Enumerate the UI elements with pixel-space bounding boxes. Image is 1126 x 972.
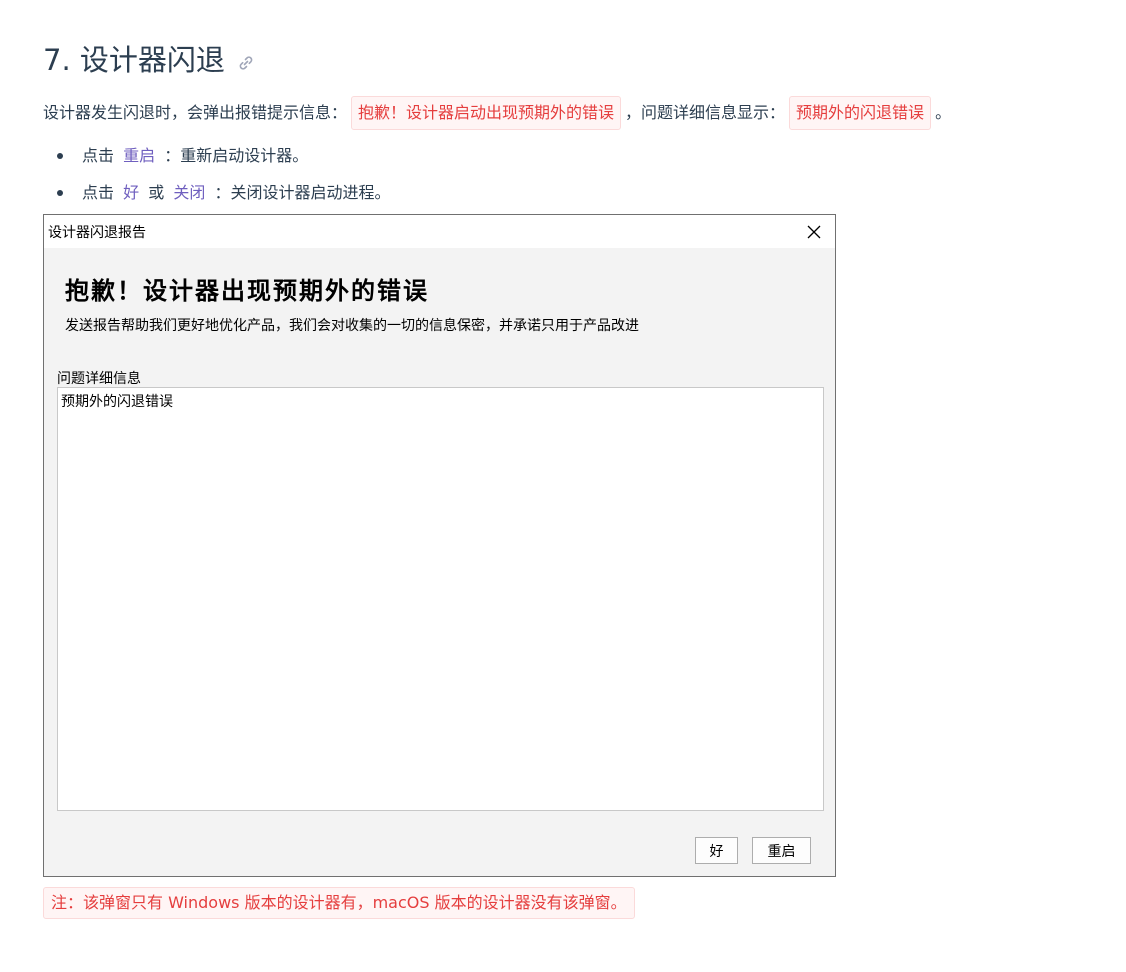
dialog-window-title: 设计器闪退报告 <box>48 224 146 241</box>
intro-text-middle: ，问题详细信息显示： <box>625 103 786 122</box>
intro-text-before: 设计器发生闪退时，会弹出报错提示信息： <box>43 103 348 122</box>
list-item-conj: 或 <box>148 183 165 202</box>
crash-report-dialog: 设计器闪退报告 抱歉！设计器出现预期外的错误 发送报告帮助我们更好地优化产品，我… <box>43 214 836 877</box>
dialog-heading: 抱歉！设计器出现预期外的错误 <box>65 276 429 305</box>
dialog-close-button[interactable] <box>793 215 835 248</box>
ok-link[interactable]: 好 <box>123 183 139 202</box>
dialog-titlebar[interactable]: 设计器闪退报告 <box>44 215 835 248</box>
intro-text-after: 。 <box>935 103 952 122</box>
restart-link[interactable]: 重启 <box>123 146 155 165</box>
close-icon <box>807 225 821 238</box>
detail-textarea[interactable]: 预期外的闪退错误 <box>57 387 824 811</box>
section-heading: 7. 设计器闪退 <box>43 40 255 80</box>
ok-button[interactable]: 好 <box>695 837 738 864</box>
close-link[interactable]: 关闭 <box>173 183 205 202</box>
platform-note: 注：该弹窗只有 Windows 版本的设计器有，macOS 版本的设计器没有该弹… <box>43 887 635 919</box>
list-item: 点击 好 或 关闭 ：关闭设计器启动进程。 <box>43 174 390 211</box>
dialog-subtitle: 发送报告帮助我们更好地优化产品，我们会对收集的一切的信息保密，并承诺只用于产品改… <box>65 318 639 334</box>
inline-code-error-title: 抱歉！设计器启动出现预期外的错误 <box>351 96 622 130</box>
doc-page: 7. 设计器闪退 设计器发生闪退时，会弹出报错提示信息： 抱歉！设计器启动出现预… <box>0 0 1126 972</box>
link-icon[interactable] <box>237 54 255 72</box>
intro-paragraph: 设计器发生闪退时，会弹出报错提示信息： 抱歉！设计器启动出现预期外的错误 ，问题… <box>43 95 951 131</box>
list-item: 点击 重启 ：重新启动设计器。 <box>43 137 390 174</box>
list-item-prefix: 点击 <box>82 183 115 202</box>
restart-button[interactable]: 重启 <box>752 837 811 864</box>
section-title: 7. 设计器闪退 <box>43 43 225 77</box>
list-item-suffix: ：关闭设计器启动进程。 <box>214 183 391 202</box>
list-item-prefix: 点击 <box>82 146 115 165</box>
action-list: 点击 重启 ：重新启动设计器。 点击 好 或 关闭 ：关闭设计器启动进程。 <box>43 137 390 211</box>
inline-code-error-detail: 预期外的闪退错误 <box>789 96 932 130</box>
list-item-suffix: ：重新启动设计器。 <box>164 146 309 165</box>
detail-label: 问题详细信息 <box>57 371 141 387</box>
